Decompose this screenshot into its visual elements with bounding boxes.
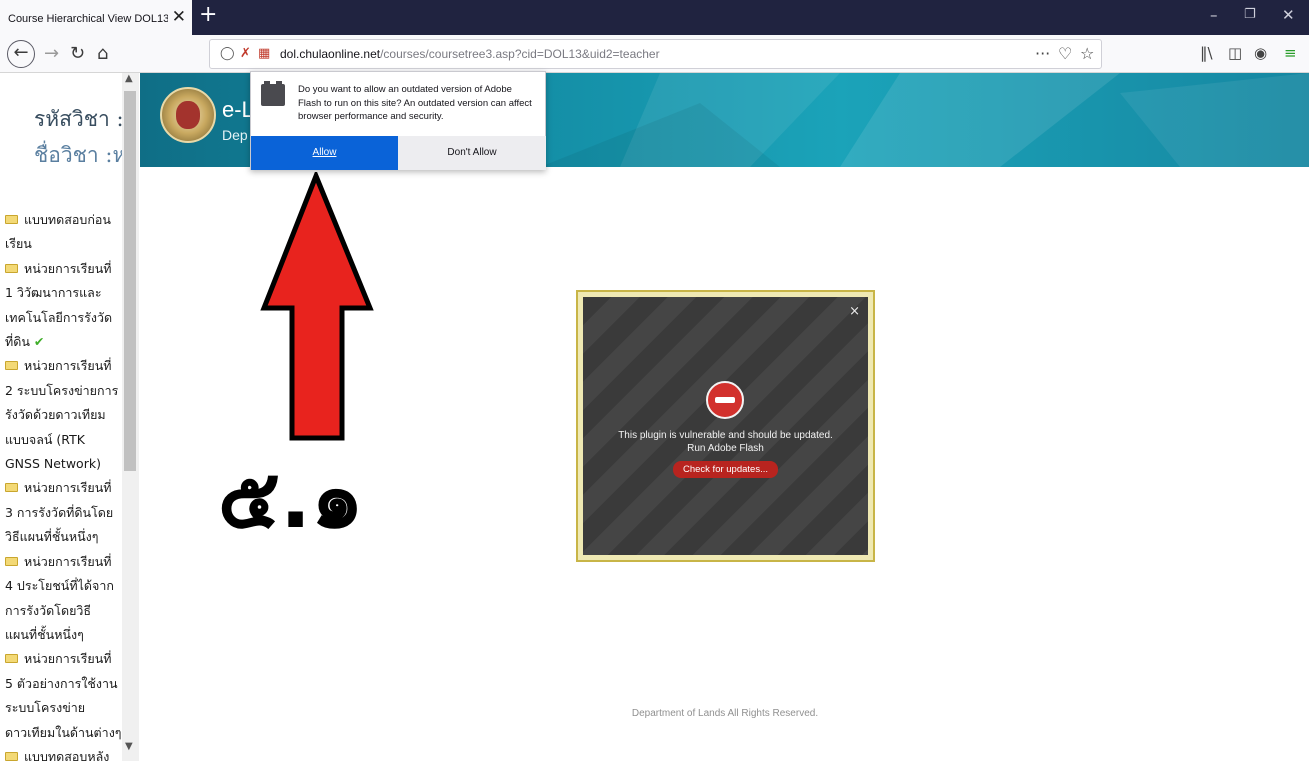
flash-close-icon[interactable]: ×: [849, 305, 860, 319]
folder-icon: [5, 654, 18, 664]
tree-item[interactable]: หน่วยการเรียนที่ 5 ตัวอย่างการใช้งานระบบ…: [5, 647, 123, 745]
shield-icon[interactable]: ◯: [220, 46, 235, 62]
flash-plugin-frame: × This plugin is vulnerable and should b…: [576, 290, 875, 562]
site-subtitle: Dep: [222, 127, 248, 143]
red-up-arrow-annotation: [260, 172, 374, 441]
flash-permission-popup: Do you want to allow an outdated version…: [250, 71, 546, 170]
tree-item-label[interactable]: หน่วยการเรียนที่ 2 ระบบโครงข่ายการรังวัด…: [5, 358, 118, 471]
home-icon[interactable]: ⌂: [97, 42, 108, 66]
scroll-thumb[interactable]: [124, 91, 136, 471]
minimize-icon[interactable]: –: [1210, 6, 1218, 24]
sidebar-toggle-icon[interactable]: ◫: [1228, 44, 1242, 62]
tree-item-label[interactable]: แบบทดสอบก่อนเรียน: [5, 212, 111, 251]
back-arrow-icon[interactable]: ←: [7, 40, 35, 68]
tree-item[interactable]: หน่วยการเรียนที่ 2 ระบบโครงข่ายการรังวัด…: [5, 354, 123, 476]
checkmark-icon: ✔: [33, 334, 45, 350]
plugin-blocked-icon[interactable]: ▦: [258, 46, 270, 62]
tree-item[interactable]: แบบทดสอบก่อนเรียน: [5, 208, 123, 257]
sidebar-scrollbar[interactable]: ▲ ▼: [122, 73, 139, 761]
tree-item-label[interactable]: หน่วยการเรียนที่ 1 วิวัฒนาการและเทคโนโลย…: [5, 261, 112, 349]
plugin-icon: [261, 81, 285, 106]
dont-allow-button[interactable]: Don't Allow: [398, 136, 546, 170]
tree-item-label[interactable]: หน่วยการเรียนที่ 5 ตัวอย่างการใช้งานระบบ…: [5, 651, 122, 739]
folder-icon: [5, 556, 18, 566]
new-tab-icon[interactable]: +: [199, 3, 217, 27]
course-tree: แบบทดสอบก่อนเรียน หน่วยการเรียนที่ 1 วิว…: [5, 208, 123, 761]
browser-window: Course Hierarchical View DOL13 : ห ✕ + –…: [0, 0, 1309, 761]
blocked-icon: [706, 381, 744, 419]
scroll-up-icon[interactable]: ▲: [125, 73, 133, 84]
folder-icon: [5, 751, 18, 761]
tree-item-label[interactable]: หน่วยการเรียนที่ 3 การรังวัดที่ดินโดยวิธ…: [5, 480, 113, 544]
url-text[interactable]: dol.chulaonline.net/courses/coursetree3.…: [280, 47, 660, 61]
account-icon[interactable]: ◉: [1254, 44, 1267, 62]
tree-item-label[interactable]: แบบทดสอบหลัง: [24, 749, 109, 761]
tab-strip: Course Hierarchical View DOL13 : ห ✕ + –…: [0, 0, 1309, 35]
flash-plugin-placeholder: × This plugin is vulnerable and should b…: [583, 297, 868, 555]
folder-icon: [5, 483, 18, 493]
menu-update-icon[interactable]: ≡: [1284, 44, 1297, 62]
step-number-label: ๕.๑: [218, 452, 364, 547]
reload-icon[interactable]: ↻: [70, 42, 85, 66]
folder-icon: [5, 361, 18, 371]
folder-icon: [5, 215, 18, 224]
scroll-down-icon[interactable]: ▼: [125, 741, 133, 752]
active-tab[interactable]: Course Hierarchical View DOL13 : ห ✕: [0, 0, 192, 35]
restore-icon[interactable]: ❐: [1244, 6, 1256, 24]
popup-message: Do you want to allow an outdated version…: [298, 84, 532, 122]
page-footer: Department of Lands All Rights Reserved.: [631, 708, 819, 719]
tree-item[interactable]: แบบทดสอบหลัง: [5, 745, 123, 761]
course-tree-sidebar: รหัสวิชา :DC ชื่อวิชา :หลัก แบบทดสอบก่อน…: [0, 73, 139, 761]
navigation-bar: ← → ↻ ⌂ ◯ ✗ ▦ dol.chulaonline.net/course…: [0, 35, 1309, 73]
insecure-lock-icon[interactable]: ✗: [240, 46, 251, 62]
tree-item-label[interactable]: หน่วยการเรียนที่ 4 ประโยชน์ที่ได้จากการร…: [5, 554, 114, 642]
allow-button[interactable]: Allow: [251, 136, 398, 170]
forward-arrow-icon[interactable]: →: [44, 42, 59, 66]
url-host: dol.chulaonline.net: [280, 47, 381, 61]
pocket-icon[interactable]: ♡: [1058, 44, 1072, 64]
page-actions-icon[interactable]: ···: [1035, 44, 1050, 64]
tab-close-icon[interactable]: ✕: [172, 8, 186, 26]
tree-item[interactable]: หน่วยการเรียนที่ 1 วิวัฒนาการและเทคโนโลย…: [5, 257, 123, 355]
department-seal-logo: [160, 87, 216, 143]
flash-warning-text: This plugin is vulnerable and should be …: [618, 430, 833, 441]
folder-icon: [5, 263, 18, 273]
address-bar[interactable]: ◯ ✗ ▦ dol.chulaonline.net/courses/course…: [209, 39, 1102, 69]
tree-item[interactable]: หน่วยการเรียนที่ 3 การรังวัดที่ดินโดยวิธ…: [5, 476, 123, 549]
library-icon[interactable]: ‖\: [1200, 44, 1213, 62]
bookmark-star-icon[interactable]: ☆: [1080, 44, 1094, 64]
url-path: /courses/coursetree3.asp?cid=DOL13&uid2=…: [380, 47, 660, 61]
flash-message: This plugin is vulnerable and should be …: [583, 429, 868, 455]
tree-item[interactable]: หน่วยการเรียนที่ 4 ประโยชน์ที่ได้จากการร…: [5, 550, 123, 648]
run-flash-text[interactable]: Run Adobe Flash: [583, 442, 868, 455]
check-updates-button[interactable]: Check for updates...: [673, 461, 778, 478]
window-close-icon[interactable]: ✕: [1282, 6, 1295, 24]
tab-title: Course Hierarchical View DOL13 : ห: [8, 12, 168, 25]
